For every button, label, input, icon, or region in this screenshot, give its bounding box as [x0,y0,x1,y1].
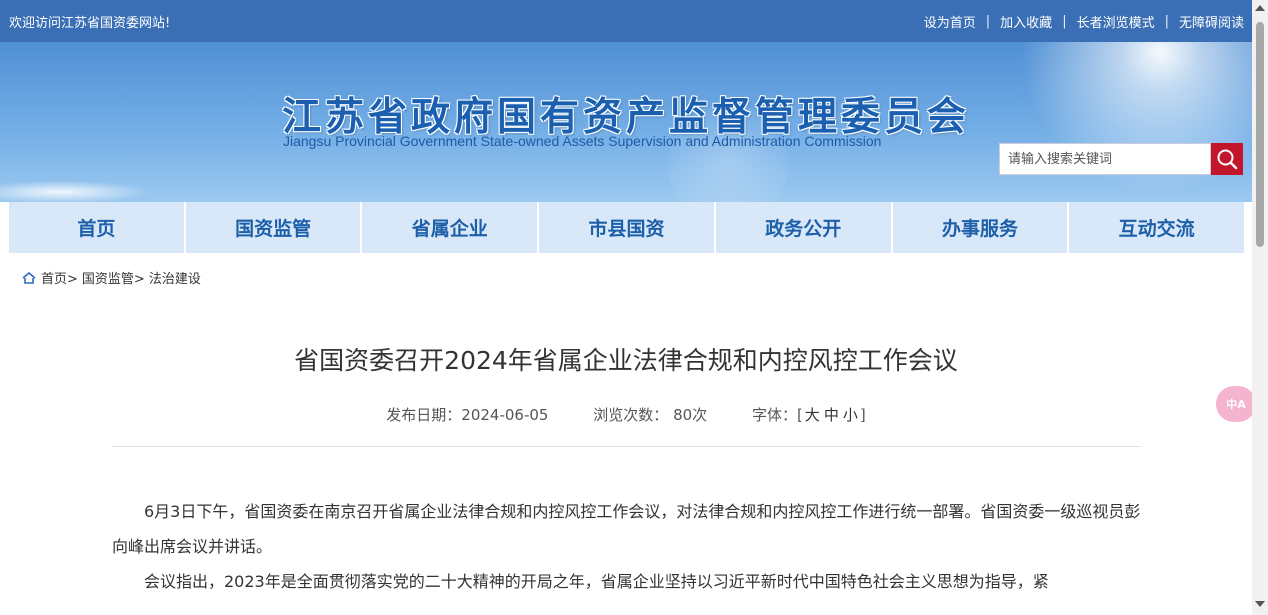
add-favorite-link[interactable]: 加入收藏 [1000,12,1052,31]
main-nav: 首页 国资监管 省属企业 市县国资 政务公开 办事服务 互动交流 [9,202,1245,253]
top-links: 设为首页 | 加入收藏 | 长者浏览模式 | 无障碍阅读 [924,12,1244,31]
article-paragraph: 会议指出，2023年是全面贯彻落实党的二十大精神的开局之年，省属企业坚持以习近平… [144,572,1049,592]
top-utility-bar: 欢迎访问江苏省国资委网站! 设为首页 | 加入收藏 | 长者浏览模式 | 无障碍… [0,0,1252,42]
translate-icon: 中A [1226,398,1246,411]
search-icon [1217,149,1238,170]
search-button[interactable] [1211,143,1243,175]
site-banner: 江苏省政府国有资产监督管理委员会 Jiangsu Provincial Gove… [0,42,1252,224]
font-size-control: 字体：[大中小] [752,406,866,424]
home-icon [22,271,36,284]
view-count: 浏览次数： 80次 [593,406,707,424]
search-input[interactable] [999,143,1211,175]
nav-home[interactable]: 首页 [9,202,186,253]
scroll-down-arrow-icon[interactable] [1255,601,1265,607]
nav-provincial-enterprises[interactable]: 省属企业 [362,202,540,253]
font-label: 字体：[ [751,406,803,424]
article-title: 省国资委召开2024年省属企业法律合规和内控风控工作会议 [294,346,958,375]
publish-label: 发布日期： [386,406,462,424]
set-homepage-link[interactable]: 设为首页 [924,12,976,31]
nav-city-county-assets[interactable]: 市县国资 [539,202,716,253]
site-subtitle: Jiangsu Provincial Government State-owne… [283,133,882,149]
breadcrumb-legal-construction[interactable]: 法治建设 [149,268,201,287]
nav-state-assets-supervision[interactable]: 国资监管 [185,202,363,253]
welcome-text: 欢迎访问江苏省国资委网站! [9,16,171,31]
font-size-medium[interactable]: 中 [824,406,839,424]
breadcrumb-home[interactable]: 首页> [41,268,78,287]
font-close: ] [859,406,866,424]
page-scrollbar[interactable] [1252,0,1268,615]
article-paragraph: 6月3日下午，省国资委在南京召开省属企业法律合规和内控风控工作会议，对法律合规和… [112,502,1141,557]
link-separator: | [985,14,991,29]
article-body: 6月3日下午，省国资委在南京召开省属企业法律合规和内控风控工作会议，对法律合规和… [112,494,1141,600]
link-separator: | [1062,14,1067,29]
page: 欢迎访问江苏省国资委网站! 设为首页 | 加入收藏 | 长者浏览模式 | 无障碍… [0,0,1252,615]
translate-button[interactable]: 中A [1216,386,1256,422]
scrollbar-thumb[interactable] [1256,22,1264,247]
title-divider [112,446,1141,447]
font-size-large[interactable]: 大 [805,406,820,424]
breadcrumb-supervision[interactable]: 国资监管> [82,268,145,287]
search-box [999,143,1243,175]
views-label: 浏览次数： [593,406,669,424]
elder-mode-link[interactable]: 长者浏览模式 [1077,12,1155,31]
breadcrumb: 首页> 国资监管> 法治建设 [22,268,201,287]
publish-date: 发布日期：2024-06-05 [386,406,548,424]
publish-date-value: 2024-06-05 [461,406,549,424]
accessibility-link[interactable]: 无障碍阅读 [1179,12,1244,31]
nav-services[interactable]: 办事服务 [892,202,1070,253]
article-meta: 发布日期：2024-06-05 浏览次数： 80次 字体：[大中小] [0,404,1252,425]
scroll-up-arrow-icon[interactable] [1255,5,1265,11]
nav-government-affairs[interactable]: 政务公开 [715,202,893,253]
nav-interaction[interactable]: 互动交流 [1069,202,1245,253]
link-separator: | [1164,14,1169,29]
views-value: 80次 [673,406,708,424]
font-size-small[interactable]: 小 [843,406,858,424]
